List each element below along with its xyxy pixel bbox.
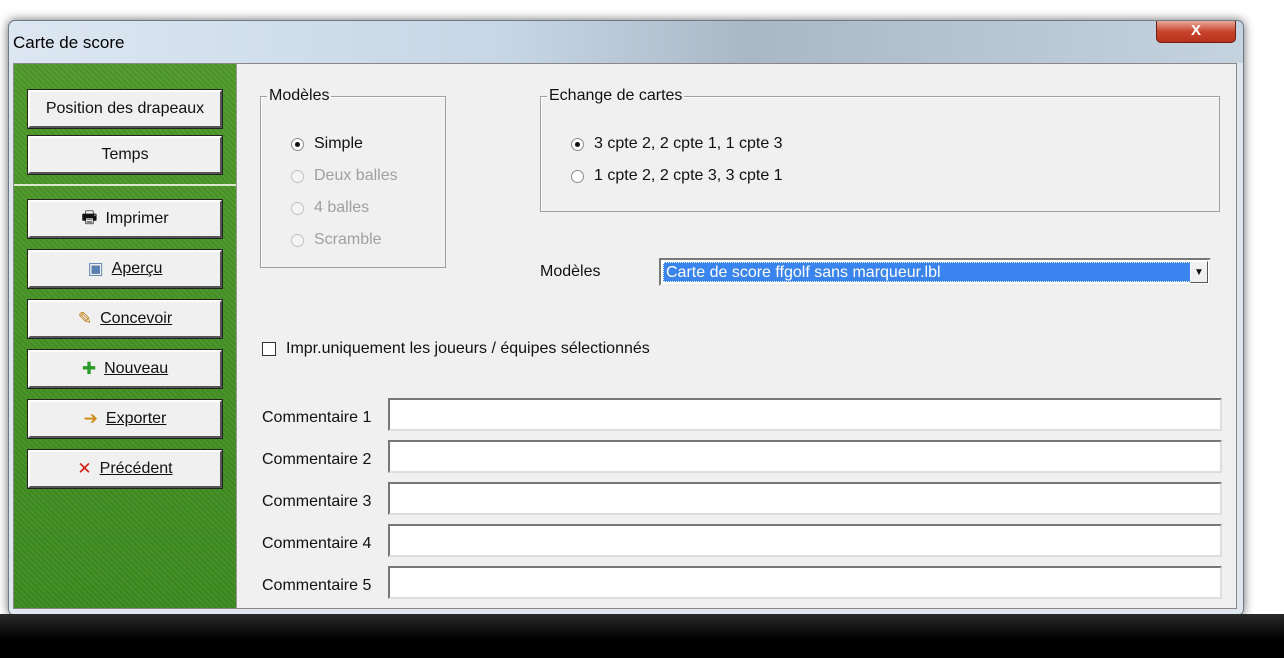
window-title: Carte de score bbox=[13, 33, 125, 52]
flag-positions-label: Position des drapeaux bbox=[45, 100, 205, 117]
radio-two-balls-indicator bbox=[291, 169, 304, 183]
preview-label: Aperçu bbox=[111, 260, 163, 277]
preview-icon: ▣ bbox=[87, 259, 104, 278]
export-label: Exporter bbox=[105, 410, 167, 427]
card-exchange-group: Echange de cartes 3 cpte 2, 2 cpte 1, 1 … bbox=[540, 87, 1220, 212]
comment-1-label: Commentaire 1 bbox=[262, 409, 372, 426]
models-select-label: Modèles bbox=[540, 263, 601, 280]
window-shadow bbox=[0, 614, 1284, 658]
print-label: Imprimer bbox=[105, 210, 169, 227]
new-button[interactable]: ✚ Nouveau bbox=[27, 349, 223, 389]
radio-exchange-1-label: 3 cpte 2, 2 cpte 1, 1 cpte 3 bbox=[594, 135, 783, 152]
export-icon: ➔ bbox=[83, 409, 98, 428]
design-icon: ✎ bbox=[77, 309, 93, 328]
radio-exchange-1-indicator bbox=[571, 137, 584, 151]
close-window-button[interactable]: X bbox=[1156, 21, 1236, 43]
print-selected-only-label: Impr.uniquement les joueurs / équipes sé… bbox=[286, 340, 650, 357]
radio-scramble-indicator bbox=[291, 233, 304, 247]
design-button[interactable]: ✎ Concevoir bbox=[27, 299, 223, 339]
checkbox-box[interactable] bbox=[262, 342, 276, 356]
radio-two-balls-label: Deux balles bbox=[314, 167, 398, 184]
radio-simple-label: Simple bbox=[314, 135, 363, 152]
title-bar: Carte de score X bbox=[9, 21, 1243, 63]
radio-four-balls-label: 4 balles bbox=[314, 199, 370, 216]
comment-1-input[interactable] bbox=[388, 398, 1222, 431]
radio-four-balls: 4 balles bbox=[291, 199, 369, 217]
radio-scramble: Scramble bbox=[291, 231, 382, 249]
models-select-value: Carte de score ffgolf sans marqueur.lbl bbox=[663, 262, 1191, 282]
printer-icon: 🖶 bbox=[81, 207, 98, 227]
comment-4-label: Commentaire 4 bbox=[262, 535, 372, 552]
radio-two-balls: Deux balles bbox=[291, 167, 398, 185]
radio-exchange-2[interactable]: 1 cpte 2, 2 cpte 3, 3 cpte 1 bbox=[571, 167, 783, 185]
previous-label: Précédent bbox=[99, 460, 173, 477]
previous-button[interactable]: ✕ Précédent bbox=[27, 449, 223, 489]
radio-simple-indicator bbox=[291, 137, 304, 151]
close-icon: ✕ bbox=[77, 459, 92, 478]
times-button[interactable]: Temps bbox=[27, 135, 223, 175]
comment-3-input[interactable] bbox=[388, 482, 1222, 515]
comment-4-input[interactable] bbox=[388, 524, 1222, 557]
flag-positions-button[interactable]: Position des drapeaux bbox=[27, 89, 223, 129]
radio-scramble-label: Scramble bbox=[314, 231, 382, 248]
score-card-dialog: Carte de score X Position des drapeaux T… bbox=[8, 20, 1244, 616]
models-select[interactable]: Carte de score ffgolf sans marqueur.lbl … bbox=[659, 258, 1211, 286]
chevron-down-icon[interactable]: ▼ bbox=[1190, 261, 1208, 283]
comment-3-label: Commentaire 3 bbox=[262, 493, 372, 510]
comment-5-label: Commentaire 5 bbox=[262, 577, 372, 594]
models-group: Modèles Simple Deux balles 4 balles Scra… bbox=[260, 87, 446, 268]
dialog-client-area: Position des drapeaux Temps 🖶 Imprimer ▣… bbox=[13, 63, 1237, 609]
models-group-title: Modèles bbox=[267, 87, 332, 105]
design-label: Concevoir bbox=[100, 310, 173, 327]
export-button[interactable]: ➔ Exporter bbox=[27, 399, 223, 439]
radio-exchange-2-indicator bbox=[571, 169, 584, 183]
pane-divider bbox=[236, 64, 240, 608]
times-label: Temps bbox=[101, 146, 149, 163]
print-selected-only-checkbox[interactable]: Impr.uniquement les joueurs / équipes sé… bbox=[262, 340, 650, 358]
sidebar: Position des drapeaux Temps 🖶 Imprimer ▣… bbox=[14, 64, 236, 608]
comment-2-input[interactable] bbox=[388, 440, 1222, 473]
preview-button[interactable]: ▣ Aperçu bbox=[27, 249, 223, 289]
sidebar-separator bbox=[14, 184, 236, 186]
background-caption-fragment bbox=[0, 0, 1284, 12]
new-label: Nouveau bbox=[104, 360, 169, 377]
radio-simple[interactable]: Simple bbox=[291, 135, 363, 153]
new-icon: ✚ bbox=[81, 359, 97, 378]
comment-2-label: Commentaire 2 bbox=[262, 451, 372, 468]
print-button[interactable]: 🖶 Imprimer bbox=[27, 199, 223, 239]
card-exchange-group-title: Echange de cartes bbox=[547, 87, 685, 105]
radio-four-balls-indicator bbox=[291, 201, 304, 215]
radio-exchange-2-label: 1 cpte 2, 2 cpte 3, 3 cpte 1 bbox=[594, 167, 783, 184]
comment-5-input[interactable] bbox=[388, 566, 1222, 599]
radio-exchange-1[interactable]: 3 cpte 2, 2 cpte 1, 1 cpte 3 bbox=[571, 135, 783, 153]
